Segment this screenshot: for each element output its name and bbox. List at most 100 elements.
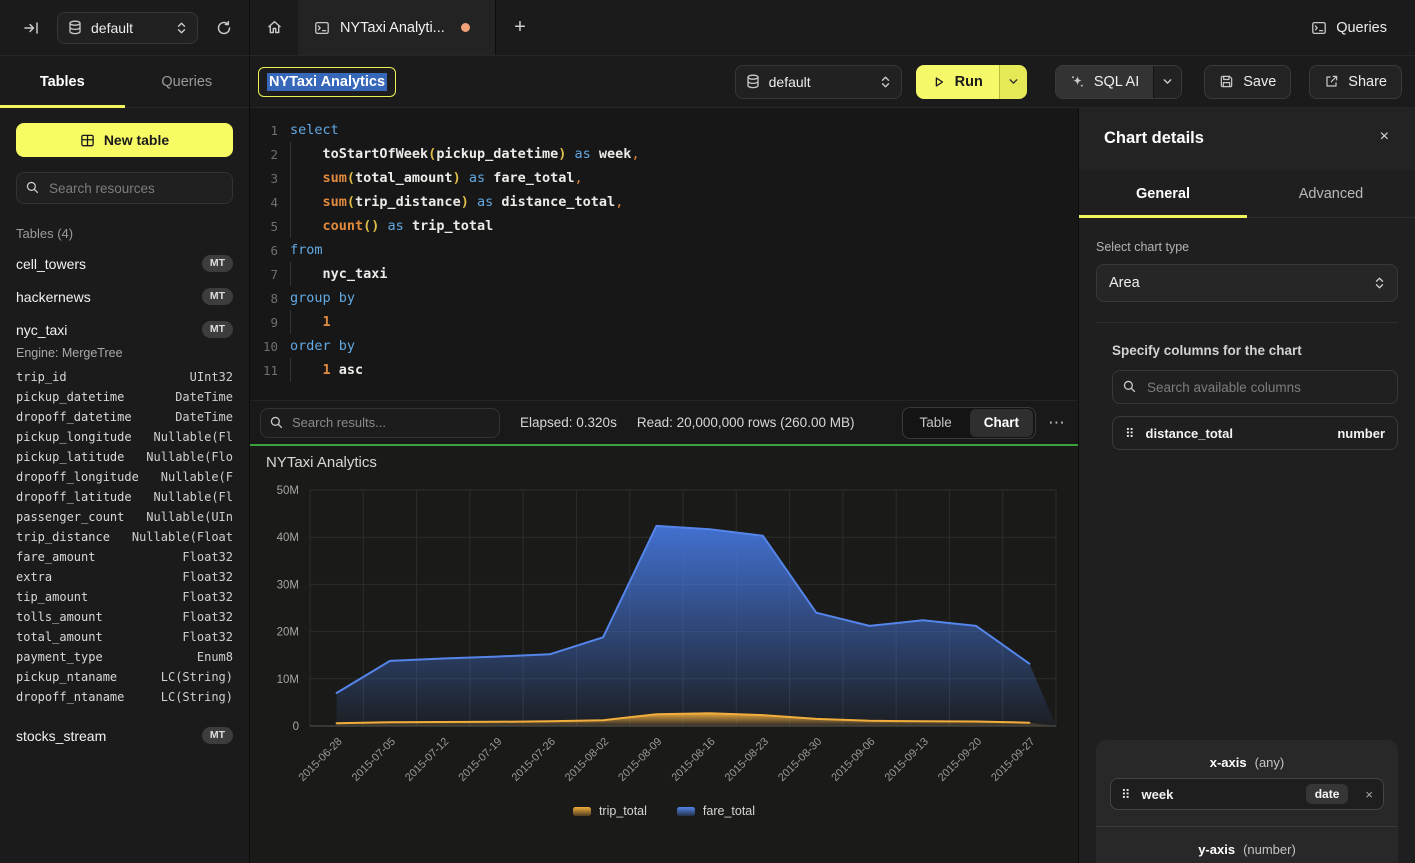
view-toggle-chart[interactable]: Chart bbox=[970, 409, 1033, 437]
column-row[interactable]: extraFloat32 bbox=[0, 567, 249, 587]
search-resources-input[interactable] bbox=[16, 172, 233, 204]
view-chart-label: Chart bbox=[984, 415, 1019, 430]
remove-icon[interactable]: × bbox=[1365, 787, 1373, 802]
search-results-input[interactable] bbox=[260, 408, 500, 438]
column-row[interactable]: fare_amountFloat32 bbox=[0, 547, 249, 567]
column-name: pickup_latitude bbox=[16, 450, 124, 464]
code-line[interactable]: 8group by bbox=[250, 286, 1078, 310]
query-title-input[interactable]: NYTaxi Analytics bbox=[258, 67, 396, 97]
column-name: dropoff_ntaname bbox=[16, 690, 124, 704]
chart-type-select[interactable]: Area bbox=[1096, 264, 1398, 302]
code-line[interactable]: 3sum(total_amount) as fare_total, bbox=[250, 166, 1078, 190]
tab-advanced[interactable]: Advanced bbox=[1247, 170, 1415, 217]
code-line[interactable]: 5count() as trip_total bbox=[250, 214, 1078, 238]
code-line[interactable]: 2toStartOfWeek(pickup_datetime) as week, bbox=[250, 142, 1078, 166]
column-row[interactable]: tip_amountFloat32 bbox=[0, 587, 249, 607]
topbar-left: default bbox=[0, 0, 250, 55]
sidebar-tab-tables-label: Tables bbox=[40, 74, 85, 90]
queries-button[interactable]: Queries bbox=[1311, 0, 1387, 55]
chart-type-value: Area bbox=[1109, 275, 1140, 291]
x-tick-label: 2015-07-05 bbox=[350, 736, 398, 784]
column-row[interactable]: pickup_datetimeDateTime bbox=[0, 387, 249, 407]
token bbox=[290, 142, 323, 166]
column-row[interactable]: pickup_latitudeNullable(Flo bbox=[0, 447, 249, 467]
token: fare_total bbox=[493, 170, 574, 186]
sidebar-tab-tables[interactable]: Tables bbox=[0, 56, 125, 107]
query-tab-label: NYTaxi Analyti... bbox=[340, 20, 445, 36]
area-series-fare_total[interactable] bbox=[337, 526, 1056, 726]
x-axis-item-week[interactable]: ⠿ week date × bbox=[1110, 778, 1384, 810]
column-row[interactable]: payment_typeEnum8 bbox=[0, 647, 249, 667]
code-line[interactable]: 7nyc_taxi bbox=[250, 262, 1078, 286]
sql-ai-button[interactable]: SQL AI bbox=[1056, 66, 1153, 98]
search-columns-input[interactable] bbox=[1112, 370, 1398, 404]
run-database-value: default bbox=[769, 74, 871, 90]
x-tick-label: 2015-08-23 bbox=[723, 736, 771, 784]
save-button[interactable]: Save bbox=[1204, 65, 1291, 99]
table-row[interactable]: hackernewsMT bbox=[0, 280, 249, 313]
area-chart[interactable]: 010M20M30M40M50M2015-06-282015-07-052015… bbox=[250, 446, 1078, 863]
share-icon bbox=[1324, 74, 1339, 89]
token bbox=[469, 194, 477, 210]
column-row[interactable]: dropoff_ntanameLC(String) bbox=[0, 687, 249, 707]
panel-header: Chart details × bbox=[1079, 108, 1415, 170]
x-tick-label: 2015-09-20 bbox=[936, 736, 984, 784]
code-line[interactable]: 1select bbox=[250, 118, 1078, 142]
line-number: 10 bbox=[250, 339, 278, 354]
refresh-icon[interactable] bbox=[211, 15, 237, 41]
sql-ai-options-button[interactable] bbox=[1153, 66, 1181, 98]
column-type: Nullable(Fl bbox=[154, 490, 233, 504]
table-row[interactable]: stocks_streamMT bbox=[0, 719, 249, 752]
database-selector[interactable]: default bbox=[57, 12, 198, 44]
token: ) bbox=[453, 170, 461, 186]
y-tick-label: 10M bbox=[277, 674, 299, 686]
view-toggle-table[interactable]: Table bbox=[903, 408, 967, 438]
code-line[interactable]: 91 bbox=[250, 310, 1078, 334]
sql-editor[interactable]: 1select2toStartOfWeek(pickup_datetime) a… bbox=[250, 108, 1078, 400]
column-type: Enum8 bbox=[197, 650, 233, 664]
token: asc bbox=[339, 362, 363, 378]
available-column-distance-total[interactable]: ⠿ distance_total number bbox=[1112, 416, 1398, 450]
column-row[interactable]: trip_distanceNullable(Float bbox=[0, 527, 249, 547]
code-line[interactable]: 10 order by bbox=[250, 334, 1078, 358]
column-row[interactable]: trip_idUInt32 bbox=[0, 367, 249, 387]
token: order by bbox=[290, 338, 355, 354]
run-database-selector[interactable]: default bbox=[735, 65, 902, 99]
new-tab-button[interactable]: + bbox=[496, 0, 544, 55]
column-row[interactable]: dropoff_datetimeDateTime bbox=[0, 407, 249, 427]
sidebar-tab-queries[interactable]: Queries bbox=[125, 56, 250, 107]
share-button[interactable]: Share bbox=[1309, 65, 1402, 99]
x-tick-label: 2015-08-16 bbox=[669, 736, 717, 784]
home-tab[interactable] bbox=[250, 0, 298, 55]
legend-label: trip_total bbox=[599, 804, 647, 818]
drag-handle-icon[interactable]: ⠿ bbox=[1125, 427, 1135, 440]
code-line[interactable]: 6from bbox=[250, 238, 1078, 262]
tab-general[interactable]: General bbox=[1079, 170, 1247, 217]
code-line[interactable]: 4sum(trip_distance) as distance_total, bbox=[250, 190, 1078, 214]
drag-handle-icon[interactable]: ⠿ bbox=[1121, 788, 1131, 801]
close-icon[interactable]: × bbox=[1380, 128, 1389, 146]
query-tab-active[interactable]: NYTaxi Analyti... bbox=[298, 0, 496, 55]
code-content: count() as trip_total bbox=[290, 214, 493, 238]
column-row[interactable]: total_amountFloat32 bbox=[0, 627, 249, 647]
table-row[interactable]: nyc_taxiMT bbox=[0, 313, 249, 346]
resource-search bbox=[16, 172, 233, 204]
run-options-button[interactable] bbox=[999, 65, 1027, 99]
column-row[interactable]: tolls_amountFloat32 bbox=[0, 607, 249, 627]
code-line[interactable]: 111 asc bbox=[250, 358, 1078, 382]
more-options-button[interactable]: ⋯ bbox=[1048, 413, 1066, 433]
table-row[interactable]: cell_towersMT bbox=[0, 247, 249, 280]
column-row[interactable]: pickup_ntanameLC(String) bbox=[0, 667, 249, 687]
legend-item-fare_total[interactable]: fare_total bbox=[677, 804, 755, 818]
column-row[interactable]: dropoff_longitudeNullable(F bbox=[0, 467, 249, 487]
legend-item-trip_total[interactable]: trip_total bbox=[573, 804, 647, 818]
column-row[interactable]: dropoff_latitudeNullable(Fl bbox=[0, 487, 249, 507]
token: distance_total bbox=[501, 194, 615, 210]
collapse-sidebar-icon[interactable] bbox=[18, 15, 44, 41]
column-row[interactable]: pickup_longitudeNullable(Fl bbox=[0, 427, 249, 447]
column-row[interactable]: passenger_countNullable(UIn bbox=[0, 507, 249, 527]
x-tick-label: 2015-09-06 bbox=[829, 736, 877, 784]
y-axis-header: y-axis (number) bbox=[1110, 833, 1384, 863]
new-table-button[interactable]: New table bbox=[16, 123, 233, 157]
run-button[interactable]: Run bbox=[916, 65, 999, 99]
